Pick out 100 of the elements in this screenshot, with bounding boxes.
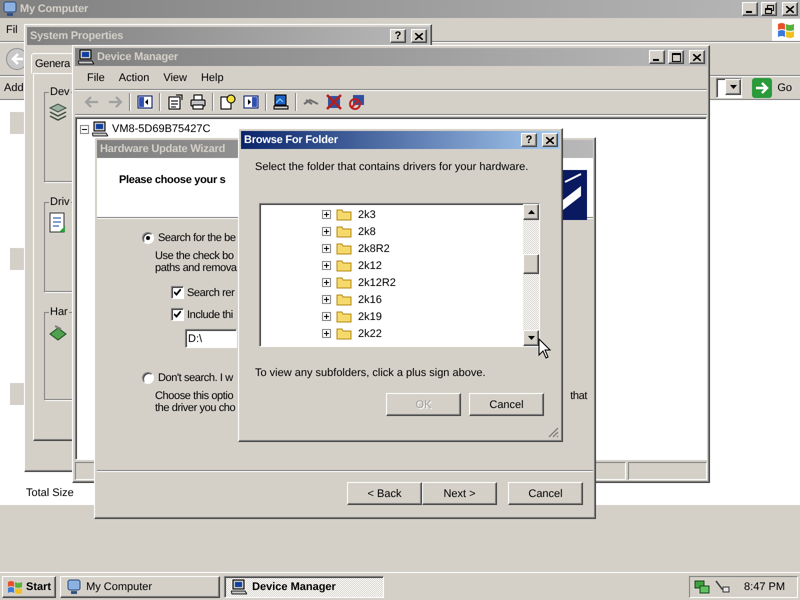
- scrollbar[interactable]: [523, 204, 539, 346]
- expander[interactable]: [322, 210, 331, 219]
- plus-icon: [324, 297, 329, 302]
- plus-icon: [324, 331, 329, 336]
- taskbar-button[interactable]: My Computer: [60, 576, 220, 598]
- folder-item[interactable]: 2k8R2: [357, 242, 391, 254]
- folder-item[interactable]: 2k12: [357, 260, 383, 272]
- menu-item[interactable]: View: [157, 70, 193, 86]
- status-text: Total Size: [26, 487, 74, 499]
- folder-icon: [336, 327, 352, 340]
- expander[interactable]: [322, 312, 331, 321]
- expander[interactable]: [322, 278, 331, 287]
- cancel-button[interactable]: Cancel: [508, 482, 583, 505]
- close-icon: [546, 136, 554, 144]
- scroll-down-button[interactable]: [523, 330, 539, 346]
- check-icon: [174, 289, 181, 296]
- help-button[interactable]: ?: [390, 29, 406, 43]
- windows-logo: [7, 580, 23, 594]
- panel-icon: [137, 94, 153, 110]
- window-title: Hardware Update Wizard: [100, 143, 226, 155]
- start-button[interactable]: Start: [2, 576, 56, 598]
- cancel-button[interactable]: Cancel: [469, 393, 544, 416]
- uninstall-button[interactable]: [323, 92, 345, 112]
- plus-icon: [324, 314, 329, 319]
- next-button[interactable]: Next >: [422, 482, 497, 505]
- close-button[interactable]: [689, 50, 705, 64]
- x-icon: [326, 94, 342, 110]
- menu-item[interactable]: Help: [194, 70, 230, 86]
- expander[interactable]: [322, 329, 331, 338]
- minimize-button[interactable]: [649, 50, 665, 64]
- minimize-button[interactable]: [742, 2, 758, 16]
- monitor-icon: [273, 94, 289, 110]
- folder-icon: [336, 225, 352, 238]
- plus-icon: [324, 212, 329, 217]
- checkbox[interactable]: [171, 308, 184, 321]
- folder-item[interactable]: 2k12R2: [357, 276, 397, 288]
- close-button[interactable]: [542, 133, 558, 147]
- maximize-button[interactable]: [668, 50, 684, 64]
- go-button[interactable]: Go: [746, 78, 800, 98]
- expander[interactable]: [322, 261, 331, 270]
- checkbox-label: Search rer: [187, 286, 234, 298]
- plus-icon: [324, 263, 329, 268]
- folder-item[interactable]: 2k16: [357, 294, 383, 306]
- group-label: Har: [49, 306, 69, 318]
- folder-icon: [336, 310, 352, 323]
- menu-item[interactable]: Fil: [6, 22, 18, 38]
- tab[interactable]: Genera: [31, 53, 74, 74]
- folder-item[interactable]: 2k22: [357, 328, 383, 340]
- close-icon: [786, 6, 794, 12]
- description-text: that: [570, 390, 587, 402]
- menu-item[interactable]: Action: [112, 70, 156, 86]
- panel-icon: [243, 94, 259, 110]
- path-field[interactable]: D:\: [185, 329, 237, 348]
- restore-button[interactable]: [761, 2, 777, 16]
- computer-icon: [78, 49, 94, 65]
- dropdown-button[interactable]: [725, 78, 742, 94]
- scroll-thumb[interactable]: [523, 254, 539, 274]
- radio-button[interactable]: [142, 232, 154, 244]
- folder-item[interactable]: 2k3: [357, 208, 377, 220]
- folder-icon: [336, 259, 352, 272]
- folder-item[interactable]: 2k8: [357, 226, 377, 238]
- back-button[interactable]: < Back: [347, 482, 422, 505]
- taskbar-button[interactable]: Device Manager: [224, 576, 384, 598]
- windows-logo: [772, 18, 800, 40]
- back-arrow-icon: [84, 94, 100, 110]
- description-text: the driver you cho: [155, 402, 236, 414]
- group-label: Driv: [49, 196, 71, 208]
- scroll-up-button[interactable]: [523, 204, 539, 220]
- folder-icon: [336, 208, 352, 221]
- caret-icon: [730, 84, 737, 88]
- computer-icon: [92, 121, 108, 137]
- address-field[interactable]: [716, 78, 742, 98]
- minus-icon: [82, 126, 87, 132]
- checkbox[interactable]: [171, 286, 184, 299]
- expander[interactable]: [322, 295, 331, 304]
- network-icon: [694, 578, 710, 594]
- group-label: Dev: [49, 86, 71, 98]
- help-button[interactable]: ?: [521, 133, 537, 147]
- restore-icon: [764, 4, 774, 14]
- expander[interactable]: [322, 244, 331, 253]
- expander[interactable]: [80, 124, 89, 134]
- window-title: System Properties: [30, 30, 124, 42]
- caret-icon: [528, 336, 534, 340]
- close-button[interactable]: [411, 29, 427, 43]
- expander[interactable]: [322, 227, 331, 236]
- properties-icon: [167, 94, 183, 110]
- maximize-icon: [672, 52, 680, 62]
- tree-item[interactable]: VM8-5D69B75427C: [111, 123, 212, 135]
- disable-icon: [349, 94, 365, 110]
- checkbox-label: Include thi: [187, 308, 233, 320]
- check-icon: [174, 311, 181, 318]
- close-button[interactable]: [782, 2, 798, 16]
- folder-item[interactable]: 2k19: [357, 310, 383, 322]
- computer-icon: [231, 578, 248, 594]
- resize-grip-icon[interactable]: [548, 427, 559, 438]
- clock: 8:47 PM: [744, 580, 785, 592]
- description-text: Choose this optio: [155, 390, 234, 402]
- radio-button[interactable]: [142, 372, 154, 384]
- hint-text: To view any subfolders, click a plus sign above.: [255, 367, 486, 379]
- menu-item[interactable]: File: [81, 70, 111, 86]
